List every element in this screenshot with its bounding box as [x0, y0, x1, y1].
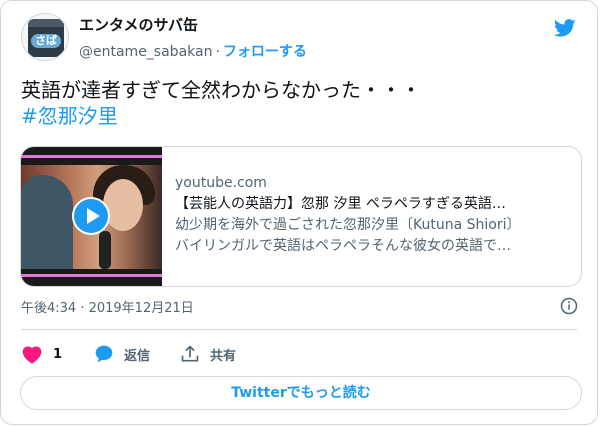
link-card-body: youtube.com 【芸能人の英語力】忽那 汐里 ペラペラすぎる英語… 幼少… — [175, 173, 571, 257]
read-more-button[interactable]: Twitterでもっと読む — [20, 376, 582, 410]
like-count: 1 — [53, 346, 63, 362]
tweet-embed-card: さば エンタメのサバ缶 @entame_sabakan · フォローする 英語が達者… — [0, 0, 598, 425]
follow-button[interactable]: フォローする — [223, 44, 307, 60]
like-button[interactable]: 1 — [21, 341, 62, 367]
tweet-text: 英語が達者すぎて全然わからなかった・・・ #忽那汐里 — [21, 77, 577, 129]
info-icon[interactable] — [560, 297, 578, 315]
reply-label: 返信 — [124, 348, 151, 364]
link-domain: youtube.com — [175, 175, 267, 191]
tweet-body: 英語が達者すぎて全然わからなかった・・・ — [21, 78, 421, 102]
account-name[interactable]: エンタメのサバ缶 — [79, 14, 198, 35]
share-icon — [181, 345, 199, 362]
video-thumbnail[interactable] — [21, 147, 162, 286]
hashtag-link[interactable]: #忽那汐里 — [21, 103, 577, 129]
link-description-line1: 幼少期を海外で過ごされた忽那汐里〔Kutuna Shiori〕 — [175, 217, 521, 233]
avatar-fish-label: さば — [31, 34, 61, 48]
tweet-actions: 1 返信 共有 — [21, 341, 577, 367]
meta-separator: · — [215, 44, 220, 60]
divider — [21, 329, 577, 330]
account-handle[interactable]: @entame_sabakan — [79, 44, 212, 60]
sabakan-logo: さば — [28, 19, 64, 57]
share-button[interactable]: 共有 — [180, 341, 236, 367]
reply-bubble-icon — [95, 345, 113, 363]
microphone-graphic — [99, 231, 111, 269]
share-label: 共有 — [210, 348, 237, 364]
link-description-line2: バイリンガルで英語はペラペラそんな彼女の英語で… — [175, 238, 511, 254]
link-preview-card[interactable]: youtube.com 【芸能人の英語力】忽那 汐里 ペラペラすぎる英語… 幼少… — [20, 146, 582, 287]
heart-icon — [22, 346, 42, 364]
reply-button[interactable]: 返信 — [94, 341, 150, 367]
avatar[interactable]: さば — [21, 13, 69, 61]
tweet-timestamp[interactable]: 午後4:34 · 2019年12月21日 — [21, 297, 194, 316]
tweet-header: さば エンタメのサバ缶 @entame_sabakan · フォローする — [21, 13, 577, 63]
link-title[interactable]: 【芸能人の英語力】忽那 汐里 ペラペラすぎる英語… — [175, 194, 571, 215]
account-meta: @entame_sabakan · フォローする — [79, 41, 307, 61]
play-icon[interactable] — [72, 197, 110, 235]
twitter-bird-icon[interactable] — [553, 17, 577, 39]
